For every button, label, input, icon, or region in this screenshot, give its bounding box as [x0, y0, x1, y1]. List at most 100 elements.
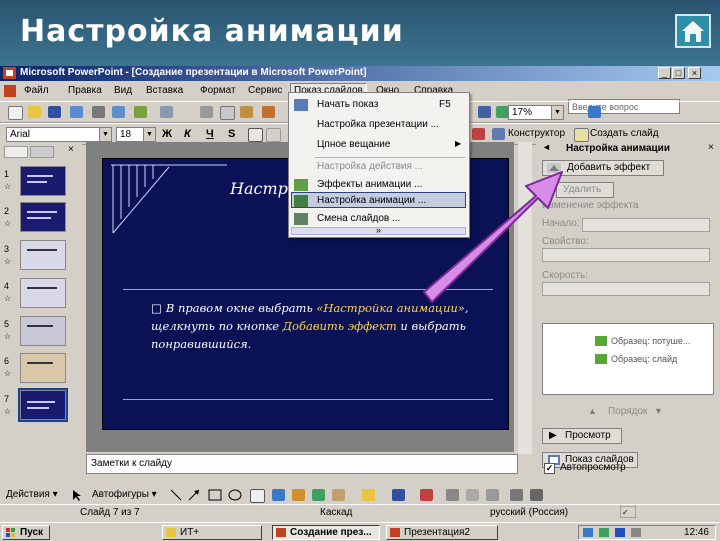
menu-edit[interactable]: Правка: [68, 85, 102, 96]
menu-format[interactable]: Формат: [200, 85, 236, 96]
chart-icon[interactable]: [478, 106, 491, 118]
copy-icon[interactable]: [220, 106, 235, 120]
editor-scrollbar[interactable]: [518, 142, 532, 454]
spellcheck-icon[interactable]: [134, 106, 147, 118]
animation-list-item[interactable]: Образец: потуше...: [611, 336, 690, 346]
line-style-icon[interactable]: [446, 489, 459, 501]
wordart-icon[interactable]: [272, 489, 285, 501]
expand-menu-button[interactable]: »: [291, 226, 466, 235]
menu-item-setup-show[interactable]: Настройка презентации ...: [317, 119, 439, 130]
font-select[interactable]: Arial ▼: [6, 127, 112, 142]
close-icon[interactable]: ×: [68, 144, 74, 155]
slide-thumbnail-1[interactable]: [20, 166, 66, 196]
shortcut-label: F5: [439, 99, 451, 110]
slide-thumbnail-6[interactable]: [20, 353, 66, 383]
shadow-style-icon[interactable]: [510, 489, 523, 501]
shadow-button[interactable]: S: [228, 128, 235, 140]
minimize-button[interactable]: _: [658, 67, 671, 79]
rectangle-icon[interactable]: [208, 489, 222, 501]
line-color-icon[interactable]: [392, 489, 405, 501]
close-icon[interactable]: ×: [708, 142, 714, 153]
taskbar-item-powerpoint[interactable]: Создание през...: [272, 525, 380, 540]
menu-item-animation-effects[interactable]: Эффекты анимации ...: [317, 179, 422, 190]
animation-list[interactable]: Образец: потуше... Образец: слайд: [542, 323, 714, 395]
fill-color-icon[interactable]: [362, 489, 375, 501]
slide-thumbnail-4[interactable]: [20, 278, 66, 308]
speed-select[interactable]: [542, 282, 710, 296]
slide-thumbnail-2[interactable]: [20, 202, 66, 232]
slide-thumbnail-3[interactable]: [20, 240, 66, 270]
new-icon[interactable]: [8, 106, 23, 120]
font-color-icon[interactable]: [420, 489, 433, 501]
cut-icon[interactable]: [200, 106, 213, 118]
slide-thumbnail-7[interactable]: [18, 388, 68, 422]
taskbar-item-it[interactable]: ИТ+: [162, 525, 262, 540]
font-color-icon[interactable]: [472, 128, 485, 140]
arrow-icon[interactable]: [188, 489, 200, 501]
actions-menu[interactable]: Действия ▾: [6, 489, 58, 500]
close-button[interactable]: ×: [688, 67, 701, 79]
back-icon[interactable]: ◄: [542, 142, 551, 152]
select-pointer-icon[interactable]: [72, 489, 82, 501]
underline-button[interactable]: Ч: [206, 128, 214, 140]
dash-style-icon[interactable]: [466, 489, 479, 501]
menu-tools[interactable]: Сервис: [248, 85, 282, 96]
paste-icon[interactable]: [240, 106, 253, 118]
taskbar-item-presentation2[interactable]: Презентация2: [386, 525, 498, 540]
italic-button[interactable]: К: [184, 128, 191, 140]
print-icon[interactable]: [92, 106, 105, 118]
menu-item-start-show[interactable]: Начать показ: [317, 99, 378, 110]
clipart-icon[interactable]: [312, 489, 325, 501]
language-indicator-icon[interactable]: [615, 528, 625, 537]
preview-icon[interactable]: [112, 106, 125, 118]
tray-icon[interactable]: [583, 528, 593, 537]
home-button[interactable]: [675, 14, 711, 48]
notes-field[interactable]: Заметки к слайду: [86, 454, 518, 474]
menu-item-custom-animation[interactable]: Настройка анимации ...: [317, 195, 426, 206]
new-slide-button[interactable]: Создать слайд: [590, 128, 659, 139]
menu-item-slide-transition[interactable]: Смена слайдов ...: [317, 213, 400, 224]
open-icon[interactable]: [28, 106, 41, 118]
property-select[interactable]: [542, 248, 710, 262]
zoom-select[interactable]: 17% ▼: [508, 105, 564, 120]
3d-style-icon[interactable]: [530, 489, 543, 501]
menu-file[interactable]: Файл: [24, 85, 49, 96]
autoshapes-menu[interactable]: Автофигуры ▾: [92, 489, 157, 500]
tray-icon[interactable]: [599, 528, 609, 537]
save-icon[interactable]: [48, 106, 61, 118]
tab-outline[interactable]: [30, 146, 54, 158]
picture-icon[interactable]: [332, 489, 345, 501]
diagram-icon[interactable]: [292, 489, 305, 501]
play-button[interactable]: ▶ Просмотр: [542, 428, 622, 444]
add-effect-button[interactable]: Добавить эффект: [542, 160, 664, 176]
designer-button[interactable]: Конструктор: [508, 128, 565, 139]
slide-thumbnail-5[interactable]: [20, 316, 66, 346]
align-center-icon[interactable]: [266, 128, 281, 142]
animation-list-item[interactable]: Образец: слайд: [611, 354, 677, 364]
system-tray: 12:46: [578, 525, 716, 540]
menu-insert[interactable]: Вставка: [146, 85, 183, 96]
remove-button[interactable]: Удалить: [556, 182, 614, 198]
arrow-style-icon[interactable]: [486, 489, 499, 501]
format-painter-icon[interactable]: [262, 106, 275, 118]
textbox-icon[interactable]: [250, 489, 265, 503]
volume-icon[interactable]: [631, 528, 641, 537]
menu-item-broadcast[interactable]: Цпное вещание: [317, 139, 390, 150]
tab-slides[interactable]: [4, 146, 28, 158]
autopreview-checkbox[interactable]: ✓: [544, 463, 555, 474]
bold-button[interactable]: Ж: [162, 128, 172, 140]
align-left-icon[interactable]: [248, 128, 263, 142]
move-down-icon[interactable]: ▼: [654, 406, 663, 416]
start-button[interactable]: Пуск: [2, 525, 50, 540]
research-icon[interactable]: [160, 106, 173, 118]
line-icon[interactable]: [170, 489, 182, 501]
start-select[interactable]: [582, 218, 710, 232]
oval-icon[interactable]: [228, 489, 242, 501]
move-up-icon[interactable]: ▲: [588, 406, 597, 416]
taskbar-item-label: Презентация2: [404, 527, 470, 538]
maximize-button[interactable]: □: [672, 67, 685, 79]
menu-view[interactable]: Вид: [114, 85, 132, 96]
help-icon[interactable]: [588, 106, 601, 118]
mail-icon[interactable]: [70, 106, 83, 118]
font-size-select[interactable]: 18 ▼: [116, 127, 156, 142]
